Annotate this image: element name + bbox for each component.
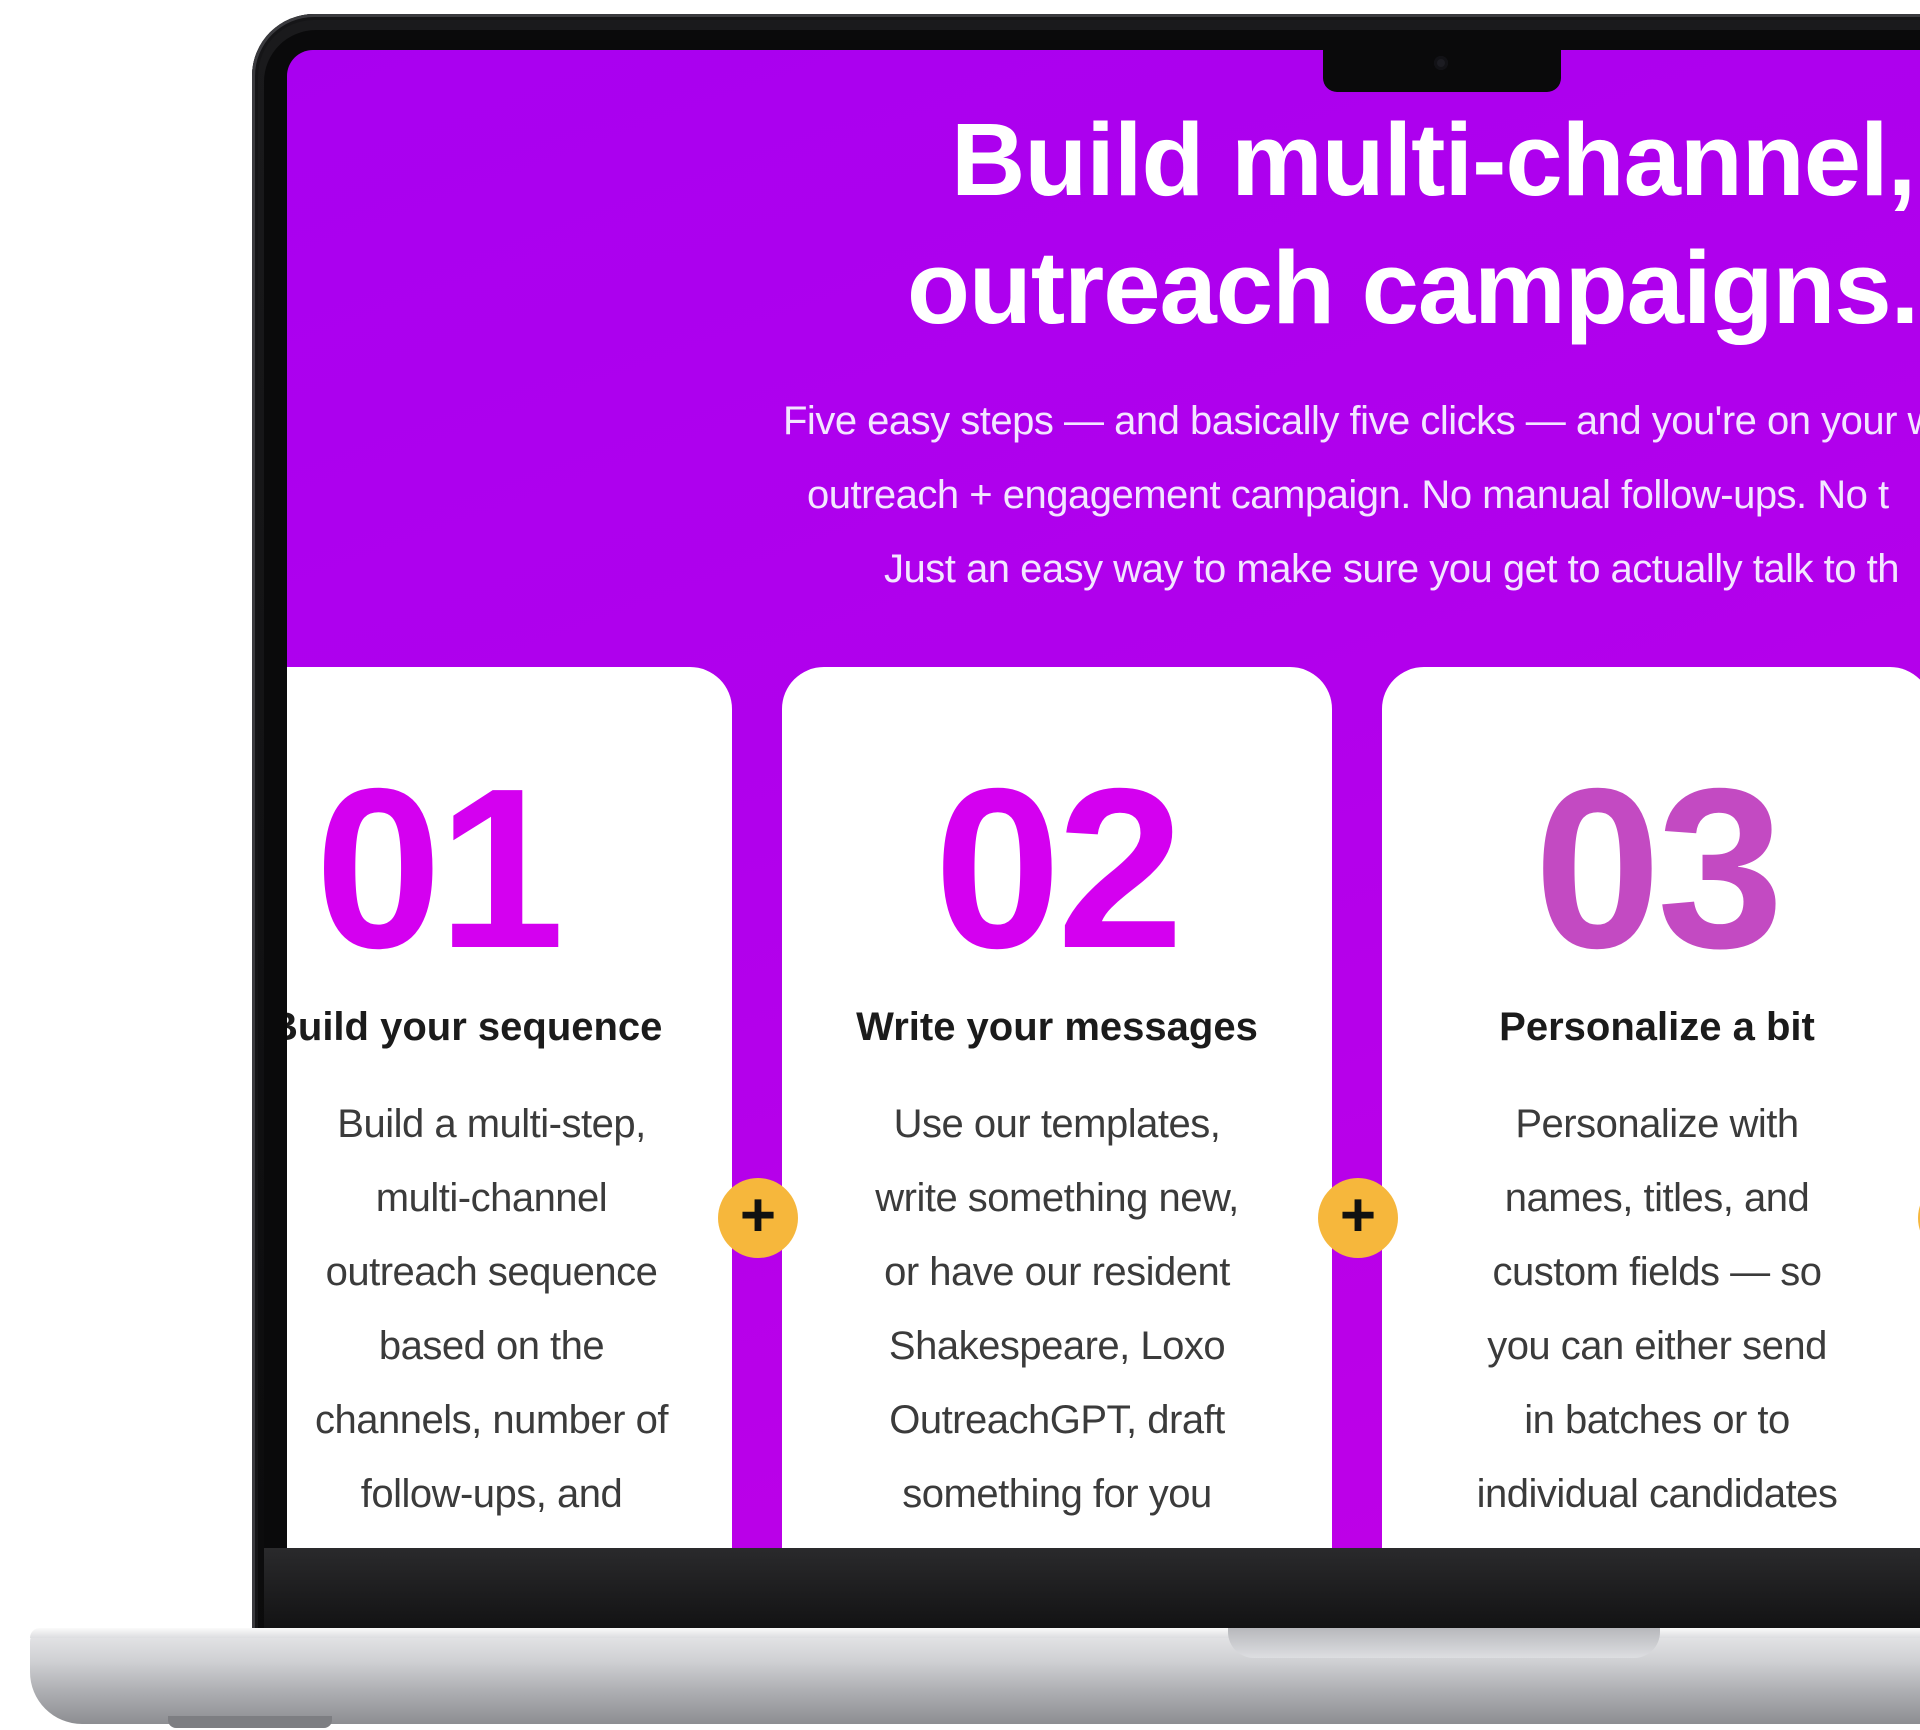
step-description-line: Build a multi-step, [337,1102,646,1146]
step-description-line: Use our templates, [893,1102,1221,1146]
laptop-screen: Build multi-channel, m outreach campaign… [287,50,1920,1548]
lid-opening-notch [1228,1628,1660,1658]
step-description-line: in batches or to [1524,1398,1790,1442]
step-card-2: 02 Write your messages Use our templates… [782,667,1332,1548]
step-title: Build your sequence [287,1005,663,1049]
step-description-line: names, titles, and [1504,1176,1810,1220]
camera-notch [1323,48,1561,92]
hero-subtitle-line-2: outreach + engagement campaign. No manua… [807,473,1889,517]
step-title: Personalize a bit [1499,1005,1815,1049]
step-description-line: individual candidates [1476,1472,1838,1516]
step-number: 02 [934,742,1184,996]
step-description-line: custom fields — so [1492,1250,1822,1294]
plus-connector-icon: + [1318,1178,1398,1258]
hero-subtitle-line-1: Five easy steps — and basically five cli… [783,399,1920,443]
step-description-line: follow-ups, and [360,1472,623,1516]
hero-title: Build multi-channel, m outreach campaign… [287,96,1920,352]
step-description-line: channels, number of [315,1398,668,1442]
step-description-line: something for you [902,1472,1212,1516]
laptop-foot [168,1716,332,1728]
hero-title-line-2: outreach campaigns... [907,230,1920,345]
step-description-line: based on the [378,1324,605,1368]
step-description-line: multi-channel [375,1176,608,1220]
step-description-line: Personalize with [1515,1102,1799,1146]
step-description-line: Shakespeare, Loxo [888,1324,1226,1368]
step-description: Build a multi-step, multi-channel outrea… [287,1087,732,1531]
step-description-line: write something new, [875,1176,1239,1220]
step-number: 03 [1534,742,1784,996]
step-description-line: outreach sequence [325,1250,658,1294]
bottom-bezel [264,1548,1920,1630]
step-card-3: 03 Personalize a bit Personalize with na… [1382,667,1920,1548]
step-description: Use our templates, write something new, … [782,1087,1332,1531]
laptop-mockup-scene: Build multi-channel, m outreach campaign… [0,0,1920,1730]
step-number: 01 [315,742,565,996]
plus-connector-icon: + [718,1178,798,1258]
step-card-1: 01 Build your sequence Build a multi-ste… [287,667,732,1548]
step-description-line: or have our resident [884,1250,1230,1294]
hero-title-line-1: Build multi-channel, m [951,102,1920,217]
step-title: Write your messages [856,1005,1258,1049]
hero-subtitle: Five easy steps — and basically five cli… [287,384,1920,606]
hero-subtitle-line-3: Just an easy way to make sure you get to… [884,547,1899,591]
step-description-line: OutreachGPT, draft [889,1398,1225,1442]
step-description-line: you can either send [1487,1324,1827,1368]
webcam-icon [1434,56,1448,70]
step-description: Personalize with names, titles, and cust… [1382,1087,1920,1531]
